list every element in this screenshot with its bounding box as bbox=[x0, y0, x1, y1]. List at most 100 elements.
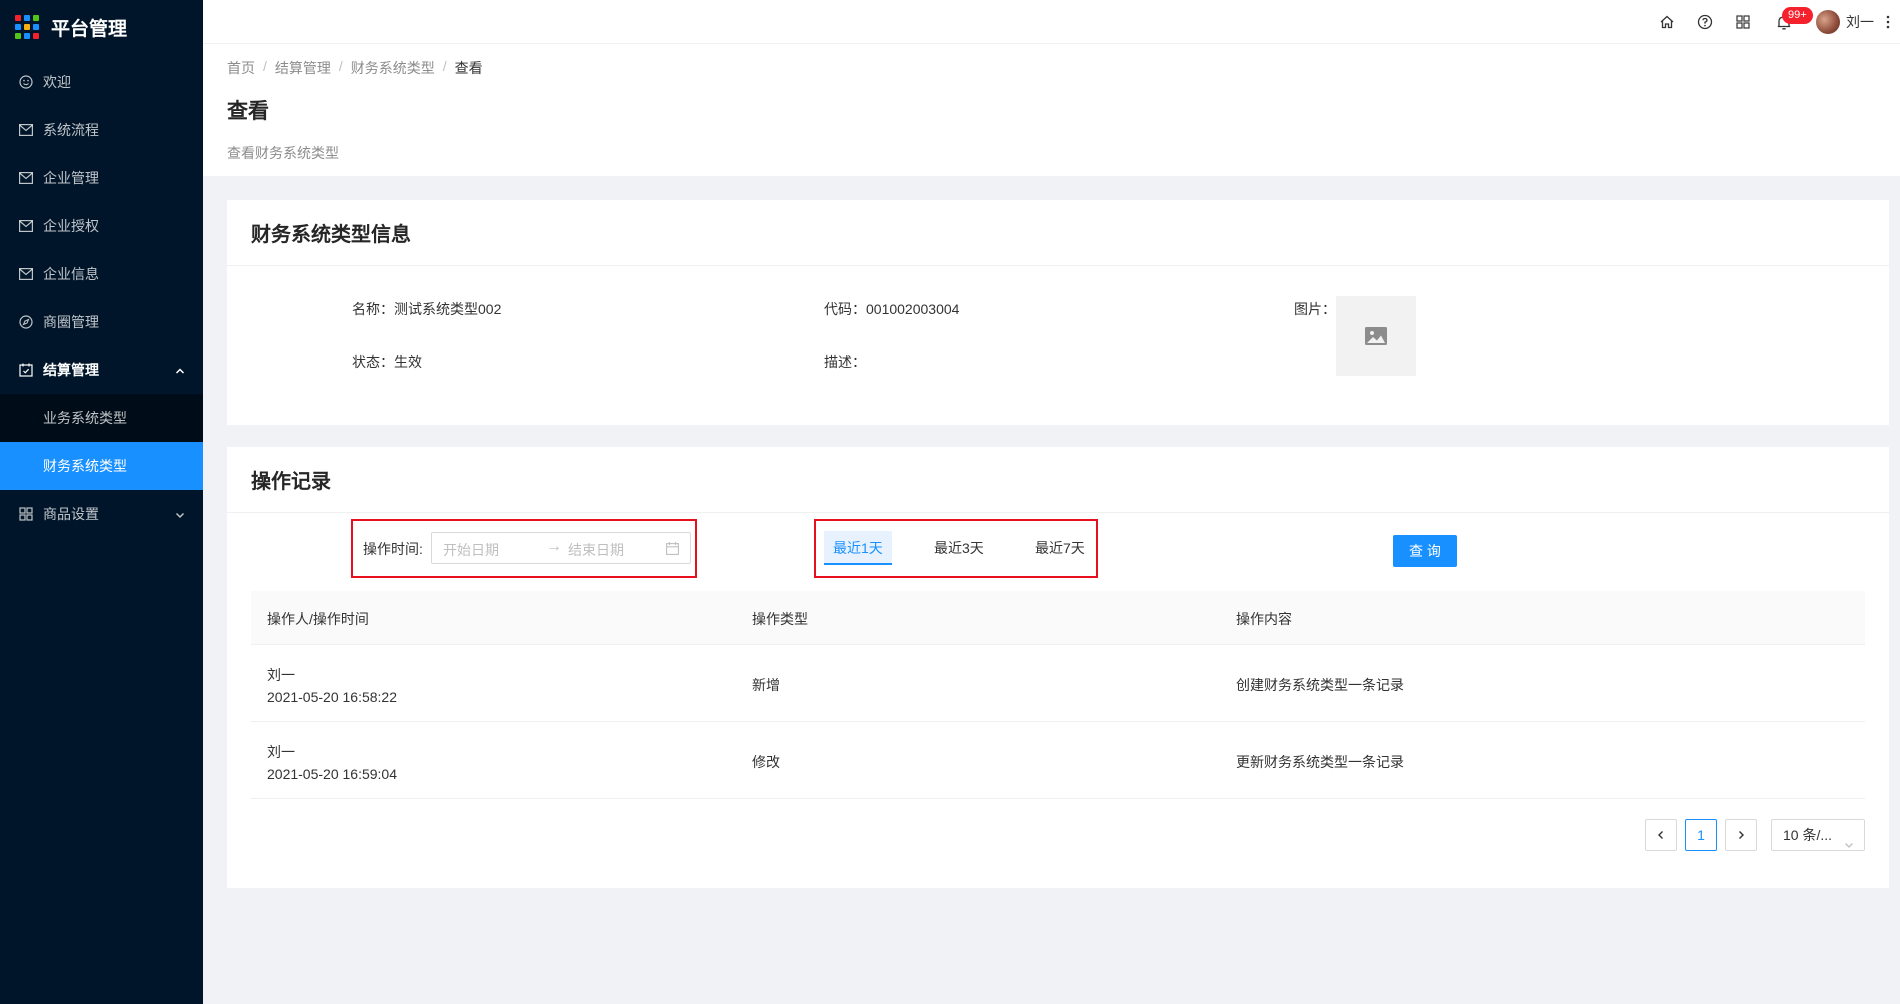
app-title: 平台管理 bbox=[51, 18, 128, 40]
settlement-submenu: 业务系统类型 财务系统类型 bbox=[0, 394, 203, 490]
mail-icon bbox=[19, 219, 33, 233]
question-icon[interactable] bbox=[1686, 14, 1724, 30]
sidebar-subitem-finance-system-type[interactable]: 财务系统类型 bbox=[0, 442, 203, 490]
sidebar-item-label: 系统流程 bbox=[43, 122, 99, 138]
code-value: 001002003004 bbox=[866, 301, 960, 317]
info-card-title: 财务系统类型信息 bbox=[227, 200, 1889, 266]
sidebar-item-welcome[interactable]: 欢迎 bbox=[0, 58, 203, 106]
appstore-icon bbox=[19, 507, 33, 521]
column-header-type: 操作类型 bbox=[752, 611, 808, 627]
name-label: 名称： bbox=[352, 301, 394, 317]
column-header-content: 操作内容 bbox=[1236, 611, 1292, 627]
date-filter-highlight: 操作时间: 开始日期 → 结束日期 bbox=[351, 519, 697, 578]
row-time: 2021-05-20 16:58:22 bbox=[267, 689, 397, 705]
mail-icon bbox=[19, 123, 33, 137]
page-size-select[interactable]: 10 条/... bbox=[1771, 819, 1865, 851]
status-label: 状态： bbox=[352, 354, 394, 370]
code-field: 代码：001002003004 bbox=[824, 299, 959, 319]
sidebar-item-enterprise-info[interactable]: 企业信息 bbox=[0, 250, 203, 298]
table-header: 操作人/操作时间 操作类型 操作内容 bbox=[251, 591, 1865, 645]
table-row: 刘一 2021-05-20 16:58:22 新增 创建财务系统类型一条记录 bbox=[251, 645, 1865, 722]
breadcrumb: 首页 / 结算管理 / 财务系统类型 / 查看 bbox=[227, 58, 1876, 78]
mail-icon bbox=[19, 171, 33, 185]
chevron-down-icon bbox=[1844, 830, 1854, 860]
page-title: 查看 bbox=[227, 100, 269, 123]
breadcrumb-separator: / bbox=[263, 58, 267, 74]
breadcrumb-separator: / bbox=[338, 58, 343, 74]
sidebar-subitem-business-system-type[interactable]: 业务系统类型 bbox=[0, 394, 203, 442]
page-description: 查看财务系统类型 bbox=[227, 145, 339, 161]
pagination-next-button[interactable] bbox=[1725, 819, 1757, 851]
breadcrumb-separator: / bbox=[442, 58, 447, 74]
sidebar-item-label: 企业管理 bbox=[43, 170, 99, 186]
row-user: 刘一 bbox=[267, 744, 295, 760]
row-type: 修改 bbox=[752, 754, 780, 770]
page-size-value: 10 条/... bbox=[1783, 827, 1833, 843]
chevron-down-icon bbox=[175, 507, 185, 523]
sidebar-item-settlement[interactable]: 结算管理 bbox=[0, 346, 203, 394]
sidebar-item-label: 商品设置 bbox=[43, 506, 99, 522]
avatar[interactable] bbox=[1816, 10, 1840, 34]
notification-badge: 99+ bbox=[1782, 6, 1813, 24]
query-button[interactable]: 查 询 bbox=[1393, 535, 1457, 567]
logo[interactable]: 平台管理 bbox=[0, 0, 203, 54]
column-header-operator: 操作人/操作时间 bbox=[267, 611, 369, 627]
range-tab-3-days[interactable]: 最近3天 bbox=[925, 531, 993, 565]
records-card: 操作记录 操作时间: 开始日期 → 结束日期 最近1天 最近3天 最近7天 查 … bbox=[227, 447, 1889, 888]
pagination-page-1[interactable]: 1 bbox=[1685, 819, 1717, 851]
breadcrumb-current: 查看 bbox=[454, 60, 483, 76]
row-type: 新增 bbox=[752, 677, 780, 693]
row-user: 刘一 bbox=[267, 667, 295, 683]
breadcrumb-finance-system-type[interactable]: 财务系统类型 bbox=[351, 58, 435, 78]
sidebar-item-system-flow[interactable]: 系统流程 bbox=[0, 106, 203, 154]
sidebar-item-enterprise-auth[interactable]: 企业授权 bbox=[0, 202, 203, 250]
name-field: 名称：测试系统类型002 bbox=[352, 299, 501, 319]
sidebar-item-label: 结算管理 bbox=[43, 362, 99, 378]
arrow-right-icon: → bbox=[546, 538, 562, 555]
mail-icon bbox=[19, 267, 33, 281]
row-time: 2021-05-20 16:59:04 bbox=[267, 766, 397, 782]
top-bar: 99+ 刘一 bbox=[203, 0, 1900, 44]
table-row: 刘一 2021-05-20 16:59:04 修改 更新财务系统类型一条记录 bbox=[251, 722, 1865, 799]
date-range-picker[interactable]: 开始日期 → 结束日期 bbox=[431, 532, 691, 564]
calendar-icon bbox=[19, 363, 33, 377]
chevron-up-icon bbox=[175, 363, 185, 379]
picture-icon bbox=[1365, 327, 1387, 345]
description-field: 描述： bbox=[824, 352, 866, 372]
compass-icon bbox=[19, 315, 33, 329]
sidebar: 平台管理 欢迎 系统流程 企业管理 企业授权 企业信息 商圈管理 结算管理 业务… bbox=[0, 0, 203, 1004]
smile-icon bbox=[19, 75, 33, 89]
sidebar-item-label: 商圈管理 bbox=[43, 314, 99, 330]
breadcrumb-settlement[interactable]: 结算管理 bbox=[275, 58, 331, 78]
appstore-icon[interactable] bbox=[1724, 15, 1762, 29]
quick-range-highlight: 最近1天 最近3天 最近7天 bbox=[814, 519, 1098, 578]
records-card-title: 操作记录 bbox=[227, 447, 1889, 513]
chevron-left-icon bbox=[1658, 831, 1663, 839]
range-tab-1-day[interactable]: 最近1天 bbox=[824, 531, 892, 565]
sidebar-item-label: 企业授权 bbox=[43, 218, 99, 234]
sidebar-item-product-settings[interactable]: 商品设置 bbox=[0, 490, 203, 538]
image-label: 图片： bbox=[1294, 301, 1336, 317]
sidebar-item-business-district[interactable]: 商圈管理 bbox=[0, 298, 203, 346]
status-value: 生效 bbox=[394, 354, 422, 370]
logo-grid-icon bbox=[15, 15, 39, 39]
pagination-prev-button[interactable] bbox=[1645, 819, 1677, 851]
row-content: 创建财务系统类型一条记录 bbox=[1236, 677, 1404, 693]
description-label: 描述： bbox=[824, 354, 866, 370]
breadcrumb-home[interactable]: 首页 bbox=[227, 58, 255, 78]
sidebar-item-label: 企业信息 bbox=[43, 266, 99, 282]
chevron-right-icon bbox=[1739, 831, 1744, 839]
bell-icon[interactable]: 99+ bbox=[1762, 6, 1813, 31]
operation-time-label: 操作时间: bbox=[363, 541, 423, 557]
range-tab-7-days[interactable]: 最近7天 bbox=[1026, 531, 1094, 565]
home-icon[interactable] bbox=[1648, 14, 1686, 30]
more-vertical-icon[interactable] bbox=[1886, 14, 1890, 30]
end-date-input[interactable]: 结束日期 bbox=[568, 540, 624, 560]
sidebar-item-enterprise-management[interactable]: 企业管理 bbox=[0, 154, 203, 202]
name-value: 测试系统类型002 bbox=[394, 301, 502, 317]
sidebar-item-label: 欢迎 bbox=[43, 74, 71, 90]
start-date-input[interactable]: 开始日期 bbox=[443, 540, 499, 560]
image-placeholder bbox=[1336, 296, 1416, 376]
code-label: 代码： bbox=[824, 301, 866, 317]
user-name[interactable]: 刘一 bbox=[1846, 12, 1874, 32]
